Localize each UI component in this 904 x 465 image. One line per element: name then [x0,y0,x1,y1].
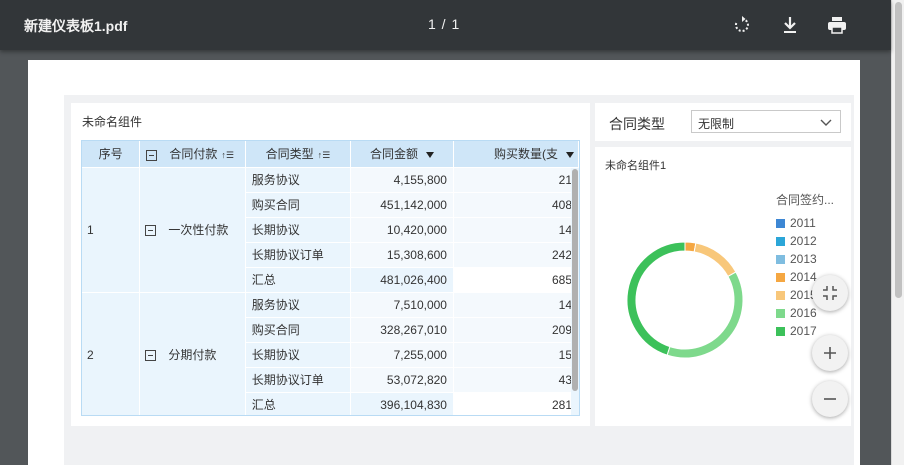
legend-swatch [776,254,785,264]
row-payment-cell[interactable]: 分期付款 [139,292,246,415]
collapse-icon[interactable] [145,350,157,362]
donut-chart [626,241,744,359]
type-cell: 长期协议 [245,342,352,368]
document-title: 新建仪表板1.pdf [24,18,128,34]
legend-label: 2011 [790,216,816,230]
subtotal-amount: 481,026,400 [350,267,454,293]
qty-cell: 209 [453,317,579,343]
pdf-toolbar: 新建仪表板1.pdf 1 / 1 [0,0,891,50]
type-cell: 长期协议订单 [245,367,352,393]
qty-cell: 14 [453,217,579,243]
type-cell: 服务协议 [245,292,352,318]
sort-desc-icon[interactable] [426,152,434,159]
amount-cell: 10,420,000 [350,217,454,243]
table-row: 1 一次性付款 服务协议 4,155,800 21 [82,167,579,293]
download-icon[interactable] [778,13,802,37]
column-header-type[interactable]: 合同类型 ↑☰ [245,141,352,168]
table-header-row: 序号 合同付款 ↑☰ 合同类型 ↑☰ 合同金额 购买数量(支 [82,141,579,168]
page-indicator: 1 / 1 [428,16,461,32]
donut-slice-2016[interactable] [666,271,744,359]
amount-cell: 451,142,000 [350,192,454,218]
zoom-in-icon[interactable] [812,335,848,371]
subtotal-qty: 685 [453,267,579,293]
sort-desc-icon[interactable] [565,152,574,159]
amount-cell: 15,308,600 [350,242,454,268]
table-scrollbar-thumb[interactable] [572,169,578,391]
scrollbar-thumb[interactable] [895,2,902,298]
pivot-table: 序号 合同付款 ↑☰ 合同类型 ↑☰ 合同金额 购买数量(支 1 一次性付款 服… [81,140,580,416]
type-cell: 长期协议订单 [245,242,352,268]
type-cell: 服务协议 [245,167,352,193]
legend-label: 2017 [790,324,817,338]
chart-widget-title: 未命名组件1 [605,160,667,172]
sort-icon[interactable]: ↑☰ [318,150,331,161]
qty-cell: 14 [453,292,579,318]
legend-item[interactable]: 2011 [776,214,834,232]
qty-cell: 43 [453,367,579,393]
amount-cell: 7,510,000 [350,292,454,318]
row-payment-cell[interactable]: 一次性付款 [139,167,246,293]
subtotal-label: 汇总 [245,267,352,293]
column-header-payment[interactable]: 合同付款 ↑☰ [139,141,246,168]
subtotal-qty: 281 [453,392,579,415]
print-icon[interactable] [825,13,849,37]
fit-icon[interactable] [812,275,848,311]
table-widget-title: 未命名组件 [82,115,143,129]
qty-cell: 15 [453,342,579,368]
chart-legend: 合同签约... 2011 2012 2013 2014 2015 2016 2017 [776,191,834,340]
column-header-qty[interactable]: 购买数量(支 [453,141,579,168]
type-cell: 购买合同 [245,192,352,218]
legend-swatch [776,218,785,228]
legend-label: 2016 [790,306,817,320]
rotate-icon[interactable] [730,13,754,37]
collapse-all-icon[interactable] [146,149,158,161]
column-header-amount[interactable]: 合同金额 [350,141,454,168]
amount-cell: 53,072,820 [350,367,454,393]
contract-type-select[interactable]: 无限制 [691,110,841,133]
legend-title: 合同签约... [776,193,835,207]
legend-swatch [776,236,785,246]
qty-cell: 21 [453,167,579,193]
legend-swatch [776,290,785,300]
donut-slice-2017[interactable] [626,241,686,356]
amount-cell: 7,255,000 [350,342,454,368]
legend-swatch [776,326,785,336]
legend-item[interactable]: 2012 [776,232,834,250]
amount-cell: 328,267,010 [350,317,454,343]
table-scrollbar[interactable] [571,168,579,415]
table-row: 2 分期付款 服务协议 7,510,000 14 [82,292,579,415]
legend-label: 2012 [790,234,817,248]
type-cell: 长期协议 [245,217,352,243]
donut-slice-2015[interactable] [693,242,737,278]
zoom-out-icon[interactable] [812,381,848,417]
filter-label: 合同类型 [609,116,665,132]
row-seq-cell: 2 [82,292,141,415]
window-scrollbar[interactable] [891,0,904,465]
chevron-down-icon [820,116,832,130]
subtotal-amount: 396,104,830 [350,392,454,415]
collapse-icon[interactable] [145,225,157,237]
amount-cell: 4,155,800 [350,167,454,193]
legend-label: 2013 [790,252,817,266]
legend-item[interactable]: 2013 [776,250,834,268]
qty-cell: 242 [453,242,579,268]
legend-swatch [776,272,785,282]
filter-widget: 合同类型 无限制 [595,103,851,141]
table-widget: 未命名组件 序号 合同付款 ↑☰ 合同类型 ↑☰ 合同金额 购买数量(支 1 一… [71,103,590,426]
legend-label: 2014 [790,270,817,284]
row-seq-cell: 1 [82,167,141,293]
legend-swatch [776,308,785,318]
qty-cell: 408 [453,192,579,218]
subtotal-label: 汇总 [245,392,352,415]
column-header-seq: 序号 [82,141,141,168]
sort-icon[interactable]: ↑☰ [221,150,234,161]
select-value: 无限制 [698,117,735,131]
type-cell: 购买合同 [245,317,352,343]
